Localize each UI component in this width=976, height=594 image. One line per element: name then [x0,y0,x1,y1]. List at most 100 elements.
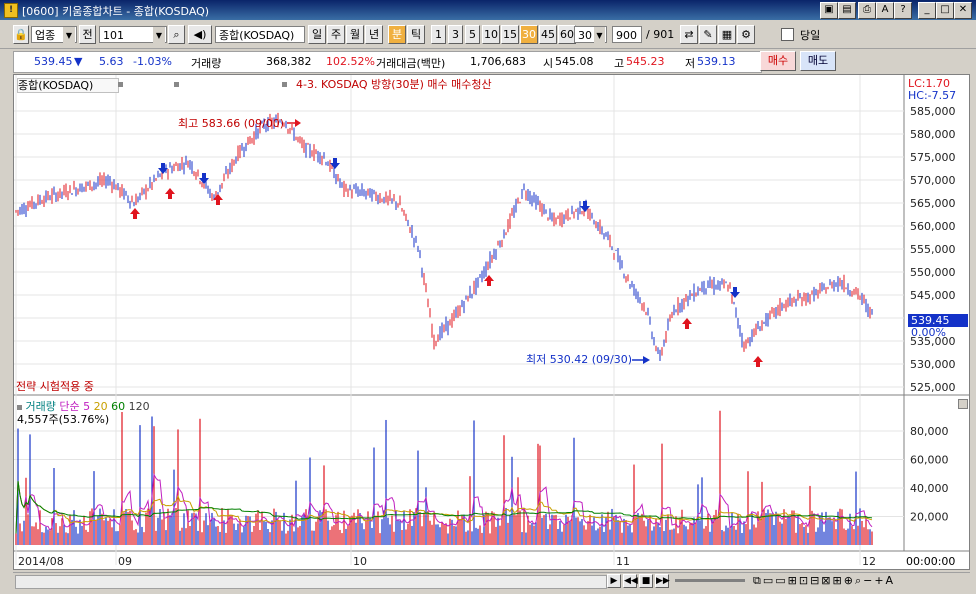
interval-30[interactable]: 30 [520,25,538,44]
window-title: [0600] 키움종합차트 - 종합(KOSDAQ) [22,5,210,18]
panel-collapse-icon[interactable] [958,399,968,409]
fast-forward-icon[interactable]: ▶▶ [655,574,670,588]
tag-handle-icon[interactable] [282,82,287,87]
speaker-icon[interactable]: ◀) [188,25,212,44]
speed-slider[interactable] [675,579,745,582]
interval-3[interactable]: 3 [448,25,463,44]
all-button[interactable]: 전 [79,25,96,44]
buy-button[interactable]: 매수 [760,51,796,71]
quote-bar: 539.45 ▼ 5.63 -1.03% 거래량 368,382 102.52%… [0,49,976,73]
period-tick[interactable]: 틱 [407,25,425,44]
save-icon[interactable]: ▦ [718,25,736,44]
volume-tick-label: 80,000 [910,425,949,438]
close-button[interactable]: ✕ [954,2,972,19]
volume-label: 거래량 [191,57,222,70]
quote-open: 545.08 [555,55,594,68]
price-volume-chart[interactable]: 585,000 580,000 575,000 570,000 565,000 560,0… [14,75,969,569]
volume-value: 4,557주(53.76%) [17,413,110,426]
chevron-down-icon: ▼ [153,27,165,44]
settings-icon[interactable]: ⚙ [737,25,755,44]
window-tile-icon[interactable]: ▤ [838,2,856,19]
help-icon[interactable]: ? [894,2,912,19]
chart-area[interactable]: 585,000 580,000 575,000 570,000 565,000 560,0… [13,74,970,570]
quote-low: 539.13 [697,55,736,68]
interval-1[interactable]: 1 [431,25,446,44]
interval-15[interactable]: 15 [501,25,519,44]
scroll-right-icon[interactable]: ▶ [607,574,621,588]
quote-change: 5.63 [99,55,124,68]
print-icon[interactable]: ⎙ [858,2,876,19]
period-month[interactable]: 월 [346,25,364,44]
low-label: 저 [685,57,696,70]
count-total: / 901 [646,28,675,41]
volume-ticks: 80,000 60,000 40,000 20,000 [910,425,949,524]
down-arrow-icon: ▼ [74,55,83,68]
name-field: 종합(KOSDAQ) [215,26,305,43]
hc-text: HC:-7.57 [908,89,956,102]
date-tick-label: 12 [862,555,876,568]
low-annotation: 최저 530.42 (09/30) [526,353,632,366]
interval-10[interactable]: 10 [482,25,500,44]
font-icon[interactable]: A [876,2,894,19]
maximize-button[interactable]: □ [936,2,954,19]
period-week[interactable]: 주 [327,25,345,44]
interval-input[interactable]: 30 ▼ [574,26,607,44]
sell-button[interactable]: 매도 [800,51,836,71]
interval-5[interactable]: 5 [465,25,480,44]
period-year[interactable]: 년 [365,25,383,44]
price-tick-label: 585,000 [910,105,956,118]
window-layout-icon[interactable]: ▣ [820,2,838,19]
date-tick-label: 2014/08 [18,555,64,568]
link-icon[interactable]: ⇄ [680,25,698,44]
price-tick-label: 575,000 [910,151,956,164]
rewind-icon[interactable]: ◀◀ [623,574,638,588]
chevron-down-icon: ▼ [594,27,605,44]
tool-icon[interactable]: ✎ [699,25,717,44]
price-tick-label: 560,000 [910,220,956,233]
price-panel [14,75,904,395]
minimize-button[interactable]: _ [918,2,936,19]
date-tick-label: 09 [118,555,132,568]
interval-45[interactable]: 45 [539,25,557,44]
ma120-label: 120 [128,400,150,413]
stop-icon[interactable]: ■ [639,574,653,588]
price-tick-label: 570,000 [910,174,956,187]
legend-handle-icon[interactable] [17,405,22,410]
price-tick-label: 580,000 [910,128,956,141]
date-ticks: 2014/08 09 10 11 12 [18,555,876,568]
volume-tick-label: 20,000 [910,511,949,524]
chart-tools-icons[interactable]: ⧉▭▭⊞⊡⊟⊠⊞⊕⌕−+A [753,574,895,588]
volume-tick-label: 60,000 [910,454,949,467]
price-tick-label: 525,000 [910,381,956,394]
open-label: 시 [543,57,554,70]
period-day[interactable]: 일 [308,25,326,44]
price-tick-label: 555,000 [910,243,956,256]
chart-toolbar: 🔒 업종 ▼ 전 101 ▼ ⌕ ◀) 종합(KOSDAQ) 일 주 월 년 분 틱… [0,20,976,49]
high-label: 고 [614,57,625,70]
interval-value: 30 [578,29,592,42]
chart-scrollbar[interactable] [15,575,607,589]
amount-label: 거래대금(백만) [376,57,446,70]
symbol-tag[interactable]: 종합(KOSDAQ) [17,78,119,93]
price-tick-label: 545,000 [910,289,956,302]
high-annotation: 최고 583.66 (09/00) [178,117,284,130]
today-label: 당일 [800,29,821,42]
strategy-status: 전략 시험적용 중 [16,380,94,393]
price-tick-label: 550,000 [910,266,956,279]
lock-icon[interactable]: 🔒 [13,25,29,44]
quote-price: 539.45 [34,55,73,68]
market-type-select[interactable]: 업종 ▼ [31,26,77,44]
quote-change-pct: -1.03% [133,55,172,68]
tag-handle-icon[interactable] [118,82,123,87]
price-tick-label: 530,000 [910,358,956,371]
code-input[interactable]: 101 ▼ [99,26,167,44]
quote-volume: 368,382 [266,55,312,68]
count-input[interactable]: 900 [612,26,642,43]
app-icon: ! [4,3,18,18]
search-icon[interactable]: ⌕ [168,25,185,44]
symbol-tag-text: 종합(KOSDAQ) [18,79,94,92]
bottom-bar: ▶ ◀◀ ■ ▶▶ ⧉▭▭⊞⊡⊟⊠⊞⊕⌕−+A [13,572,970,589]
period-minute[interactable]: 분 [388,25,406,44]
tag-handle-icon[interactable] [174,82,179,87]
today-checkbox[interactable] [781,28,794,41]
